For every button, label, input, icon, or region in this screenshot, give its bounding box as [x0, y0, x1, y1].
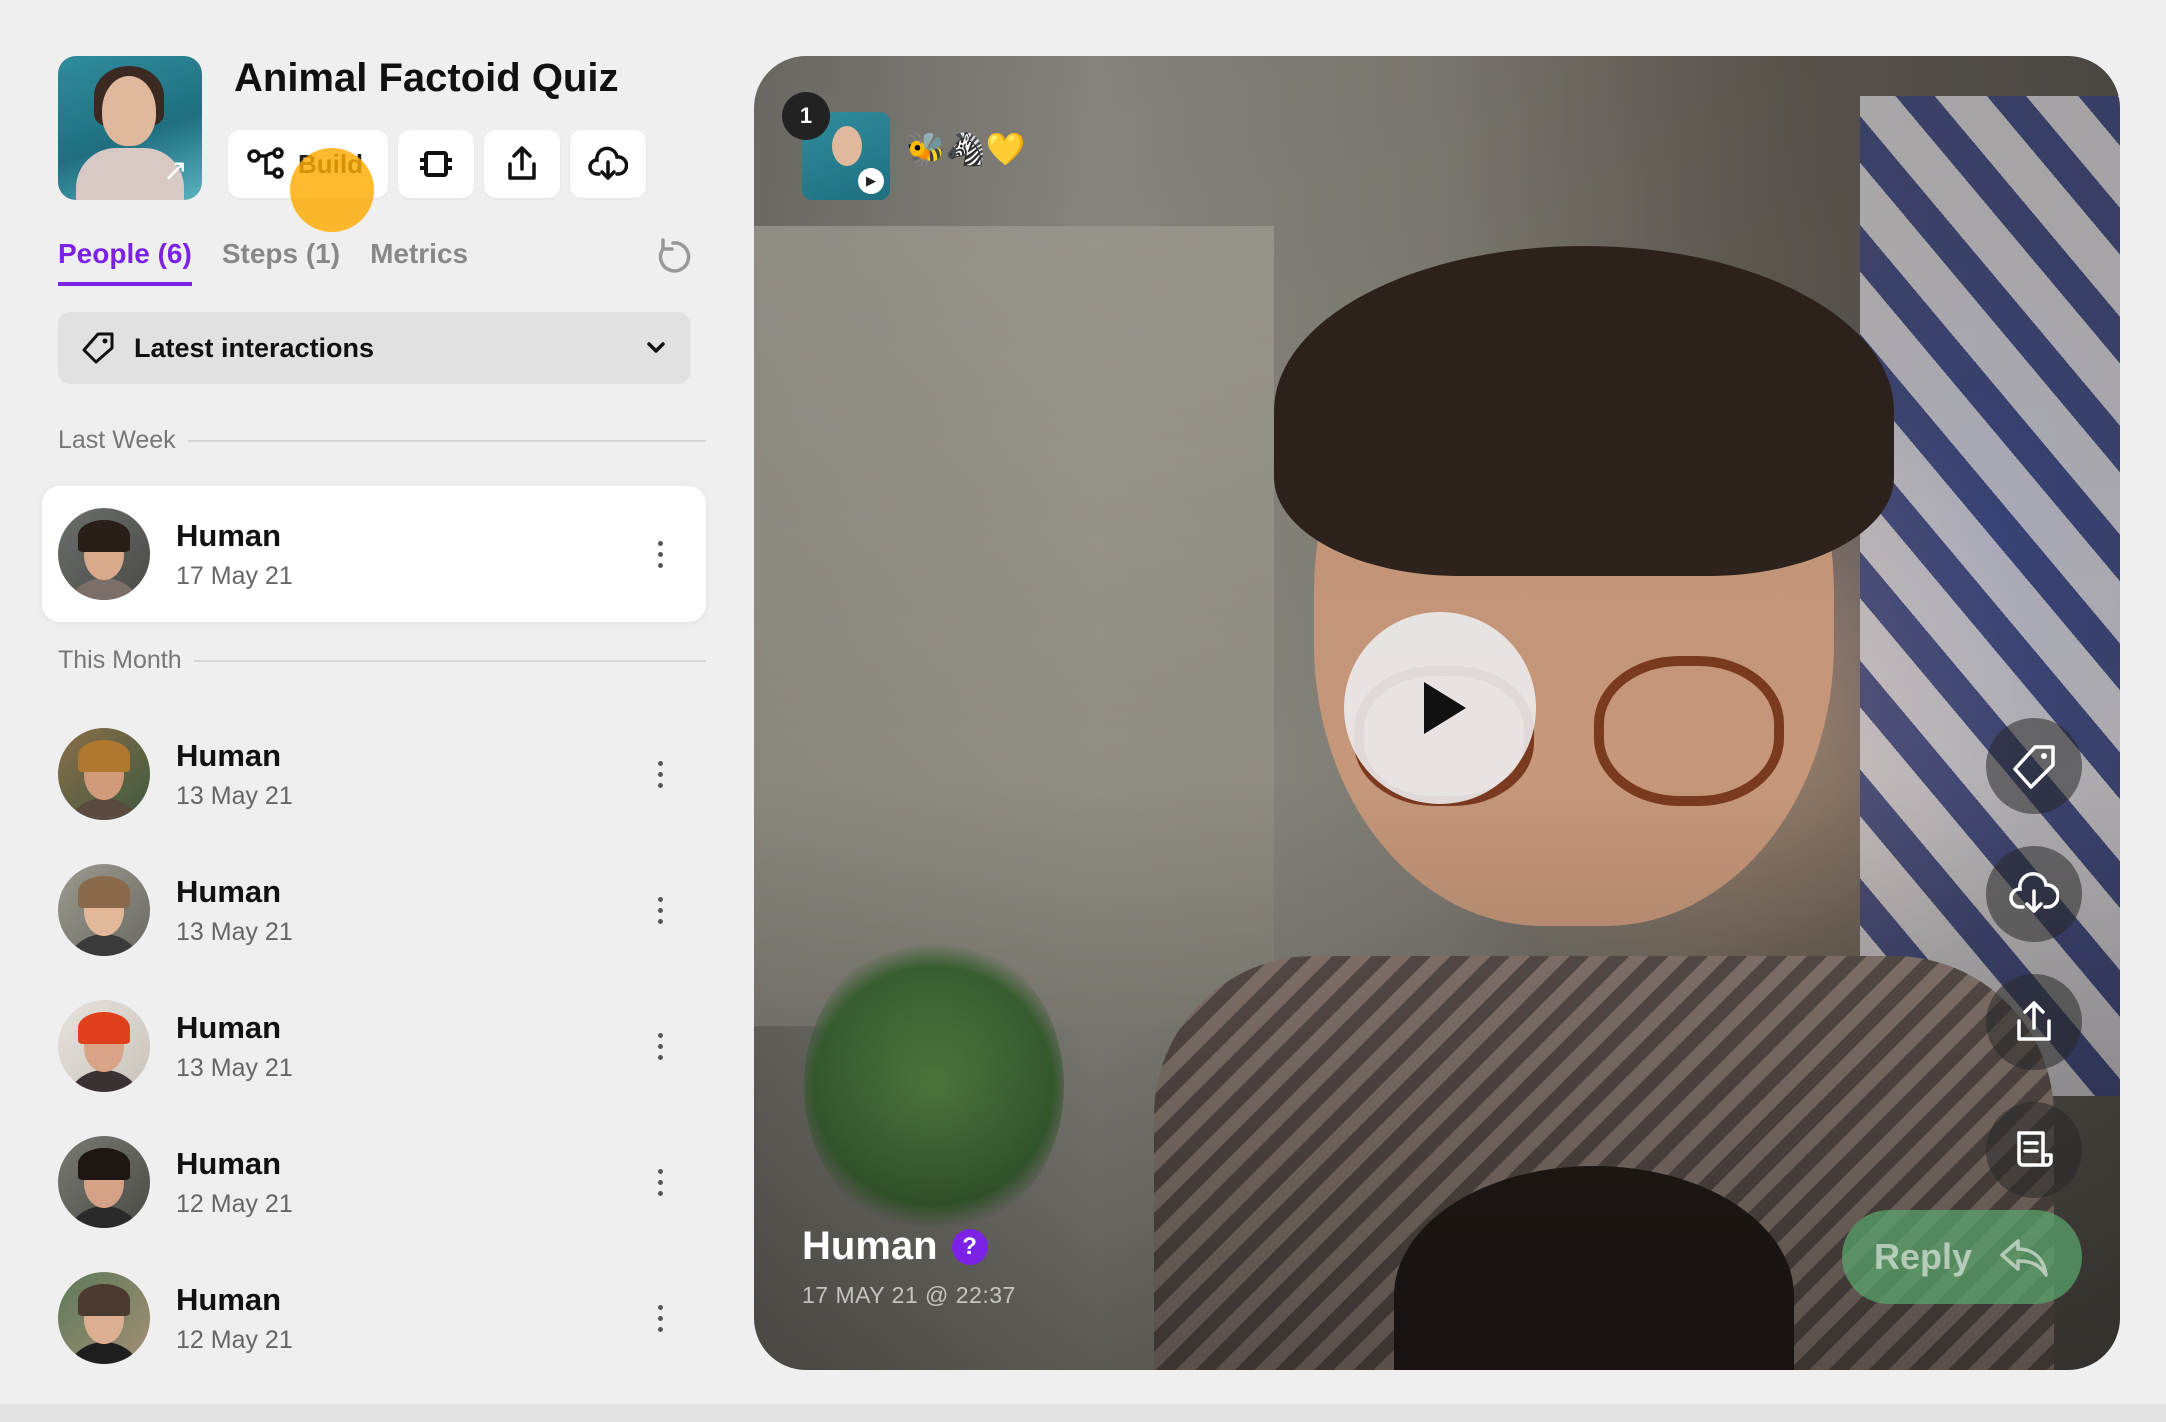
avatar [58, 1000, 150, 1092]
person-name: Human [176, 1281, 282, 1317]
divider [187, 439, 706, 442]
step-number-badge: 1 [782, 92, 830, 140]
transcript-icon [2017, 1131, 2053, 1167]
respondent-info: Human ? [802, 1224, 988, 1269]
share-button[interactable] [484, 130, 560, 198]
video-player[interactable]: 1 ▶ 🐝🦓💛 Human ? 17 MAY 21 @ 22:37 Reply [754, 56, 2120, 1370]
reply-label: Reply [1873, 1236, 1973, 1277]
person-row[interactable]: Human 12 May 21 [42, 1250, 706, 1386]
page-title: Animal Factoid Quiz [234, 56, 619, 100]
tag-icon [2013, 745, 2055, 789]
avatar [58, 1272, 150, 1364]
tab-bar: People (6) Steps (1) Metrics [58, 238, 468, 286]
section-header-this-month: This Month [58, 646, 706, 675]
tab-people[interactable]: People (6) [58, 238, 192, 286]
person-date: 13 May 21 [176, 917, 293, 946]
share-icon [2017, 1001, 2051, 1041]
person-name: Human [176, 873, 282, 909]
avatar [58, 728, 150, 820]
respondent-name: Human [802, 1224, 938, 1268]
avatar [58, 508, 150, 600]
divider [193, 659, 706, 662]
person-row[interactable]: Human 13 May 21 [42, 706, 706, 842]
person-date: 13 May 21 [176, 1053, 293, 1082]
responses-panel: ↗ Animal Factoid Quiz Build People (6) S… [0, 0, 740, 1422]
download-button[interactable] [570, 130, 646, 198]
more-options-icon[interactable] [640, 1168, 680, 1196]
workflow-icon [247, 147, 284, 179]
unknown-contact-badge[interactable]: ? [951, 1228, 988, 1265]
more-options-icon[interactable] [640, 760, 680, 788]
person-date: 12 May 21 [176, 1325, 293, 1354]
section-header-last-week: Last Week [58, 426, 706, 455]
transcript-button[interactable] [1986, 1102, 2082, 1198]
bottom-edge [0, 1404, 2166, 1422]
person-row[interactable]: Human 12 May 21 [42, 1114, 706, 1250]
more-options-icon[interactable] [640, 540, 680, 568]
build-button[interactable]: Build [228, 130, 388, 198]
toolbar: Build [228, 130, 646, 198]
tag-icon [82, 332, 114, 364]
quiz-thumbnail[interactable]: ↗ [58, 56, 202, 200]
person-row[interactable]: Human 13 May 21 [42, 978, 706, 1114]
external-arrow-icon: ↗ [162, 154, 188, 187]
cloud-download-icon [588, 146, 628, 180]
play-icon [1424, 682, 1466, 734]
chevron-down-icon [647, 342, 665, 353]
person-date: 17 May 21 [176, 561, 293, 590]
step-emoji: 🐝🦓💛 [906, 131, 1026, 167]
share-icon [508, 146, 536, 180]
build-button-label: Build [298, 148, 363, 179]
person-row[interactable]: Human 17 May 21 [42, 486, 706, 622]
refresh-icon[interactable] [652, 236, 694, 278]
person-row[interactable]: Human 13 May 21 [42, 842, 706, 978]
section-label: This Month [58, 646, 182, 674]
play-icon: ▶ [858, 168, 884, 194]
embed-icon [420, 151, 452, 177]
person-name: Human [176, 1009, 282, 1045]
more-options-icon[interactable] [640, 1032, 680, 1060]
tag-button[interactable] [1986, 718, 2082, 814]
more-options-icon[interactable] [640, 896, 680, 924]
reply-button[interactable]: Reply [1842, 1210, 2082, 1304]
more-options-icon[interactable] [640, 1304, 680, 1332]
response-timestamp: 17 MAY 21 @ 22:37 [802, 1282, 1016, 1308]
filter-label: Latest interactions [134, 332, 375, 363]
section-label: Last Week [58, 426, 176, 454]
avatar [58, 864, 150, 956]
avatar [58, 1136, 150, 1228]
embed-button[interactable] [398, 130, 474, 198]
filter-dropdown[interactable]: Latest interactions [58, 312, 690, 384]
tab-metrics[interactable]: Metrics [370, 238, 468, 286]
play-button[interactable] [1344, 612, 1536, 804]
share-video-button[interactable] [1986, 974, 2082, 1070]
person-date: 13 May 21 [176, 781, 293, 810]
cloud-download-icon [2009, 872, 2059, 913]
person-name: Human [176, 737, 282, 773]
person-date: 12 May 21 [176, 1189, 293, 1218]
person-name: Human [176, 1145, 282, 1181]
person-name: Human [176, 517, 282, 553]
tab-steps[interactable]: Steps (1) [222, 238, 340, 286]
reply-arrow-icon [2000, 1239, 2048, 1277]
download-video-button[interactable] [1986, 846, 2082, 942]
